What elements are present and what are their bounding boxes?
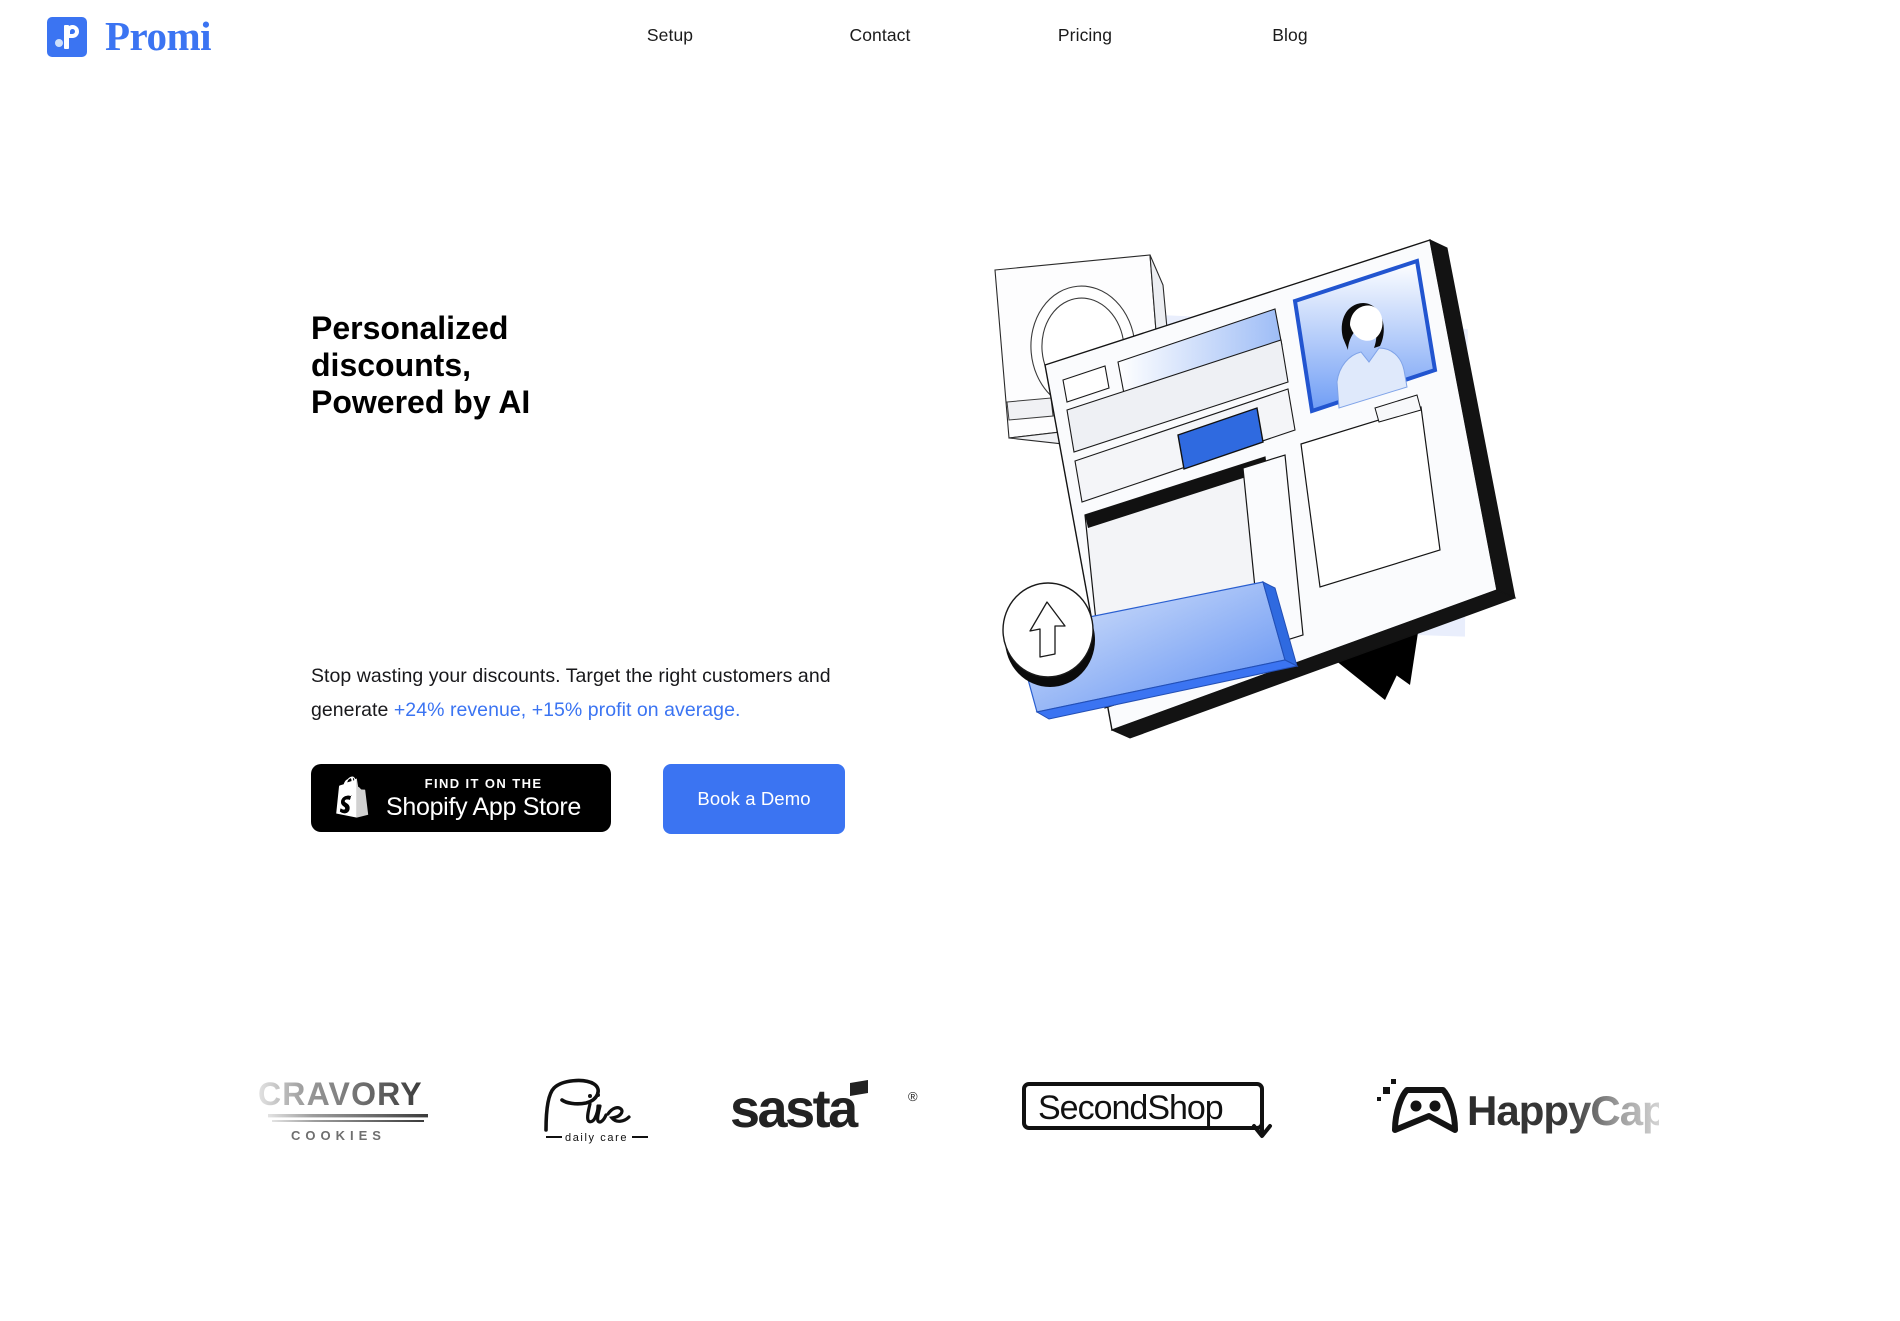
headline-line-3-accent: Powered by AI [311, 384, 531, 420]
hero-subtitle-highlight: +24% revenue, +15% profit on average. [393, 698, 741, 721]
headline-line-1: Personalized [311, 310, 509, 346]
happycap-logo: HappyCap [1370, 1050, 1660, 1170]
main-navigation: Setup Contact Pricing Blog [620, 25, 1340, 46]
svg-text:®: ® [908, 1089, 918, 1104]
customer-logo-strip: CRAVORY COOKIES daily care sasta ® Secon… [0, 1050, 1900, 1180]
svg-text:CRAVORY: CRAVORY [258, 1076, 423, 1112]
nav-item-blog[interactable]: Blog [1240, 25, 1340, 46]
cravory-cookies-logo: CRAVORY COOKIES [253, 1050, 448, 1170]
book-a-demo-label: Book a Demo [697, 788, 811, 809]
brand-logo-link[interactable]: Promi [47, 13, 212, 59]
nav-item-pricing[interactable]: Pricing [1035, 25, 1135, 46]
isometric-dashboard-illustration [985, 230, 1685, 850]
brand-name: Promi [105, 13, 212, 59]
headline-line-2: discounts, [311, 347, 472, 383]
svg-text:HappyCap: HappyCap [1467, 1087, 1659, 1134]
hero-subtitle: Stop wasting your discounts. Target the … [311, 660, 911, 727]
landing-page: Promi Setup Contact Pricing Blog Persona… [0, 0, 1900, 1321]
secondshop-logo: SecondShop [1020, 1050, 1285, 1170]
promi-p-logo-icon [47, 16, 87, 57]
svg-text:SecondShop: SecondShop [1038, 1089, 1223, 1127]
book-a-demo-button[interactable]: Book a Demo [663, 764, 845, 834]
nav-item-setup[interactable]: Setup [620, 25, 720, 46]
svg-text:daily care: daily care [565, 1132, 628, 1144]
nav-item-contact[interactable]: Contact [830, 25, 930, 46]
sasta-logo: sasta ® [730, 1050, 925, 1170]
shopify-bag-icon [336, 776, 369, 818]
svg-text:COOKIES: COOKIES [291, 1128, 386, 1143]
shopify-app-store-button[interactable]: FIND IT ON THE Shopify App Store [311, 764, 611, 832]
site-header: Promi Setup Contact Pricing Blog [0, 0, 1900, 84]
hero-cta-row: FIND IT ON THE Shopify App Store Book a … [311, 764, 845, 834]
shopify-button-eyebrow: FIND IT ON THE [424, 775, 543, 791]
shopify-button-label: Shopify App Store [386, 792, 582, 821]
svg-text:sasta: sasta [730, 1079, 859, 1139]
illustration-svg [994, 239, 1517, 739]
page-title: Personalized discounts, Powered by AI [311, 310, 951, 421]
pure-daily-care-logo: daily care [525, 1050, 660, 1170]
